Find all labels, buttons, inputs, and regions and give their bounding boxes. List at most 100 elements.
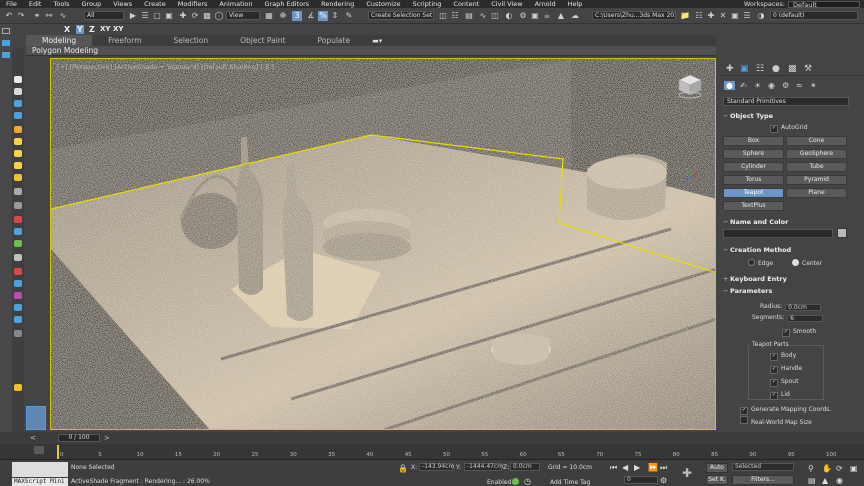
real-world-map-checkbox[interactable]: Real-World Map Size xyxy=(740,416,812,426)
rendered-frame-window-icon[interactable]: ▣ xyxy=(530,11,540,21)
layer-explorer-icon[interactable]: ▤ xyxy=(464,11,474,21)
viewport-thumbnail[interactable] xyxy=(26,406,46,430)
scene-converter-icon[interactable] xyxy=(14,280,22,287)
project-path-dropdown[interactable]: C:\Users\Zhu...3ds Max 2022 xyxy=(592,11,676,20)
menu-tools[interactable]: Tools xyxy=(47,0,75,8)
material-tool-icon[interactable] xyxy=(14,292,22,299)
redo-icon[interactable]: ↷ xyxy=(16,11,26,21)
segments-field[interactable]: Segments: 6 xyxy=(752,314,824,322)
systems-icon[interactable]: ✴ xyxy=(810,81,817,90)
snap-icon[interactable]: 3 xyxy=(292,11,302,21)
walk-through-icon[interactable]: ◉ xyxy=(836,476,843,485)
cameras-icon[interactable]: ◉ xyxy=(768,81,775,90)
y-coordinate-field[interactable]: -1444.47cm xyxy=(464,463,503,471)
hierarchy-tab-icon[interactable]: ☷ xyxy=(756,64,764,74)
select-manipulate-icon[interactable]: ✙ xyxy=(278,11,288,21)
menu-civil-view[interactable]: Civil View xyxy=(485,0,528,8)
menu-graph-editors[interactable]: Graph Editors xyxy=(259,0,316,8)
maxscript-listener-area[interactable] xyxy=(12,462,68,477)
go-to-end-icon[interactable]: ⏭ xyxy=(660,463,667,473)
edge-radio[interactable]: Edge xyxy=(748,259,773,267)
helpers-icon[interactable]: ⚙ xyxy=(782,81,789,90)
modify-tab-icon[interactable]: ▣ xyxy=(740,64,749,74)
schematic-view-icon[interactable]: ◫ xyxy=(490,11,500,21)
menu-create[interactable]: Create xyxy=(138,0,172,8)
set-key-button[interactable]: Set K. xyxy=(706,475,728,485)
render-tool-icon[interactable] xyxy=(14,304,22,311)
play-icon[interactable]: ▶ xyxy=(634,463,640,472)
next-frame-icon[interactable]: ⏩ xyxy=(648,463,658,472)
spout-checkbox[interactable]: Spout xyxy=(770,378,798,387)
x-coordinate-field[interactable]: -143.94cm xyxy=(419,463,454,471)
particle-tool-icon[interactable] xyxy=(14,228,22,235)
geometry-icon[interactable]: ● xyxy=(724,81,735,90)
perspective-viewport[interactable]: [+] [Perspective] [ActiveShade + Standar… xyxy=(50,58,716,430)
curve-editor-mini-icon[interactable] xyxy=(34,446,44,454)
pin-tool-icon[interactable] xyxy=(14,384,22,391)
key-filters-button[interactable]: Filters... xyxy=(732,475,794,485)
lock-selection-icon[interactable]: 🔒 xyxy=(398,464,408,473)
cylinder-button[interactable]: Cylinder xyxy=(723,162,784,172)
torus-button[interactable]: Torus xyxy=(723,175,784,185)
rollout-creation-method[interactable]: Creation Method xyxy=(723,245,847,255)
sphere-tool-icon[interactable] xyxy=(14,88,22,95)
rollout-keyboard-entry[interactable]: Keyboard Entry xyxy=(723,274,847,284)
key-filter-dropdown[interactable]: Selected xyxy=(732,463,794,471)
shapes-icon[interactable]: ✍ xyxy=(740,81,747,90)
axis-xy-cycle-button[interactable]: XY xyxy=(113,25,123,33)
rotate-icon[interactable]: ⟳ xyxy=(190,11,200,21)
scene-explorer-icon[interactable] xyxy=(2,40,10,46)
sphere-button[interactable]: Sphere xyxy=(723,149,784,159)
reference-coordinate-dropdown[interactable]: View xyxy=(226,11,260,20)
generate-mapping-checkbox[interactable]: Generate Mapping Coords. xyxy=(740,406,831,415)
scale-icon[interactable]: ▩ xyxy=(202,11,212,21)
material-editor-icon[interactable]: ◐ xyxy=(504,11,514,21)
layer-visibility-icon[interactable]: ◑ xyxy=(756,11,766,21)
add-time-tag-button[interactable]: Add Time Tag xyxy=(550,479,590,486)
time-slider-next-icon[interactable]: > xyxy=(104,434,110,442)
axis-xy-button[interactable]: XY xyxy=(100,25,110,33)
menu-modifiers[interactable]: Modifiers xyxy=(172,0,214,8)
lid-checkbox[interactable]: Lid xyxy=(770,391,790,400)
system-tool-icon[interactable] xyxy=(14,202,22,209)
asset-tool-icon[interactable] xyxy=(14,316,22,323)
ribbon-panel-title[interactable]: Polygon Modeling xyxy=(26,46,98,55)
viewcube[interactable] xyxy=(677,73,703,99)
layer-explorer-left-icon[interactable] xyxy=(2,52,10,58)
xref-tool-icon[interactable] xyxy=(14,268,22,275)
radius-input[interactable]: 0.0cm xyxy=(785,304,822,311)
menu-views[interactable]: Views xyxy=(107,0,138,8)
bone-tool-icon[interactable] xyxy=(14,216,22,223)
menu-scripting[interactable]: Scripting xyxy=(407,0,448,8)
menu-help[interactable]: Help xyxy=(562,0,589,8)
tab-modeling[interactable]: Modeling xyxy=(26,35,93,46)
utilities-tab-icon[interactable]: ⚒ xyxy=(804,64,812,74)
handle-checkbox[interactable]: Handle xyxy=(770,365,802,374)
layer-dropdown[interactable]: 0 (default) xyxy=(770,11,858,20)
plane-button[interactable]: Plane xyxy=(786,188,847,198)
window-crossing-icon[interactable]: ▣ xyxy=(164,11,174,21)
helper-tool-icon[interactable] xyxy=(14,174,22,181)
placement-icon[interactable]: ◯ xyxy=(214,11,224,21)
cone-button[interactable]: Cone xyxy=(786,136,847,146)
layer-remove-icon[interactable]: ✕ xyxy=(718,11,728,21)
track-bar[interactable]: 0 5 10 15 20 25 30 35 40 45 50 55 60 65 70 75 80 85 90 95 10… xyxy=(0,444,864,460)
orbit-icon[interactable]: ⟳ xyxy=(836,464,843,473)
spinner-snap-icon[interactable]: ⇕ xyxy=(330,11,340,21)
previous-frame-icon[interactable]: ◀ xyxy=(622,463,628,472)
time-slider-prev-icon[interactable]: < xyxy=(30,434,36,442)
menu-animation[interactable]: Animation xyxy=(213,0,258,8)
layer-select-icon[interactable]: ▣ xyxy=(730,11,740,21)
axis-z-button[interactable]: Z xyxy=(89,25,95,34)
plane-tool-icon[interactable] xyxy=(14,100,22,107)
box-tool-icon[interactable] xyxy=(14,112,22,119)
percent-snap-icon[interactable]: % xyxy=(318,11,328,21)
selection-filter-dropdown[interactable]: All xyxy=(84,11,124,20)
unlink-icon[interactable]: ⚯ xyxy=(44,11,54,21)
field-of-view-icon[interactable]: ▲ xyxy=(822,476,828,485)
motion-tab-icon[interactable]: ● xyxy=(772,64,780,74)
region-select-icon[interactable]: ▢ xyxy=(152,11,162,21)
set-key-icon[interactable]: ✚ xyxy=(682,466,692,480)
menu-edit[interactable]: Edit xyxy=(23,0,48,8)
pivot-icon[interactable]: ▦ xyxy=(264,11,274,21)
